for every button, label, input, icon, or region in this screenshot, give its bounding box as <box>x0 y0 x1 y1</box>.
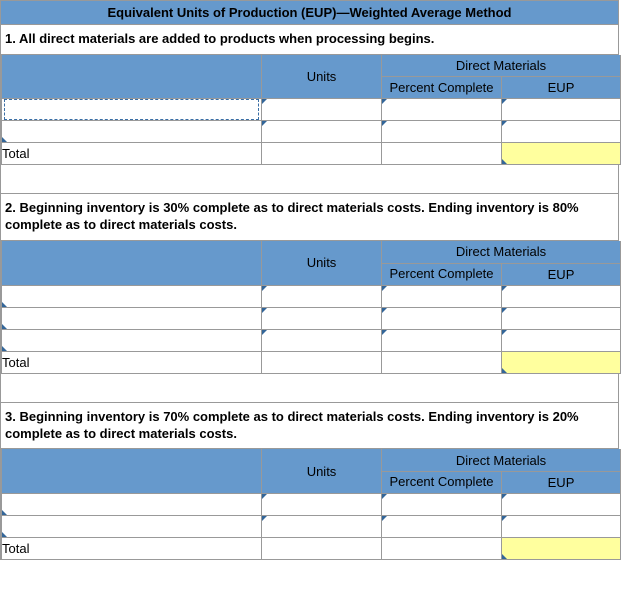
units-input[interactable] <box>262 307 382 329</box>
pct-input[interactable] <box>382 329 502 351</box>
total-eup[interactable] <box>502 537 621 559</box>
pct-input[interactable] <box>382 307 502 329</box>
header-percent-complete: Percent Complete <box>382 77 502 99</box>
header-percent-complete: Percent Complete <box>382 263 502 285</box>
header-eup: EUP <box>502 263 621 285</box>
worksheet: Equivalent Units of Production (EUP)—Wei… <box>0 0 619 560</box>
header-units: Units <box>262 449 382 493</box>
pct-input[interactable] <box>382 493 502 515</box>
units-input[interactable] <box>262 121 382 143</box>
header-units: Units <box>262 241 382 285</box>
total-label: Total <box>2 537 262 559</box>
eup-input[interactable] <box>502 307 621 329</box>
total-units[interactable] <box>262 143 382 165</box>
total-label: Total <box>2 351 262 373</box>
desc-input[interactable] <box>2 285 262 307</box>
section-1-instruction: 1. All direct materials are added to pro… <box>1 25 618 55</box>
total-eup[interactable] <box>502 351 621 373</box>
eup-input[interactable] <box>502 329 621 351</box>
section-1-table: Units Direct Materials Percent Complete … <box>1 55 621 166</box>
pct-input[interactable] <box>382 121 502 143</box>
header-percent-complete: Percent Complete <box>382 471 502 493</box>
section-3-table: Units Direct Materials Percent Complete … <box>1 449 621 560</box>
total-units[interactable] <box>262 351 382 373</box>
desc-input[interactable] <box>2 515 262 537</box>
units-input[interactable] <box>262 329 382 351</box>
units-input[interactable] <box>262 99 382 121</box>
header-eup: EUP <box>502 471 621 493</box>
total-pct-blank <box>382 537 502 559</box>
total-pct-blank <box>382 351 502 373</box>
pct-input[interactable] <box>382 99 502 121</box>
section-2-instruction: 2. Beginning inventory is 30% complete a… <box>1 194 618 241</box>
header-blank <box>2 241 262 285</box>
total-units[interactable] <box>262 537 382 559</box>
eup-input[interactable] <box>502 99 621 121</box>
header-direct-materials: Direct Materials <box>382 241 621 263</box>
header-eup: EUP <box>502 77 621 99</box>
eup-input[interactable] <box>502 515 621 537</box>
pct-input[interactable] <box>382 515 502 537</box>
desc-input[interactable] <box>2 121 262 143</box>
header-direct-materials: Direct Materials <box>382 55 621 77</box>
desc-dropdown-cell[interactable] <box>2 99 262 121</box>
desc-input[interactable] <box>2 307 262 329</box>
sheet-title: Equivalent Units of Production (EUP)—Wei… <box>1 1 618 25</box>
total-pct-blank <box>382 143 502 165</box>
total-eup[interactable] <box>502 143 621 165</box>
eup-input[interactable] <box>502 285 621 307</box>
pct-input[interactable] <box>382 285 502 307</box>
eup-input[interactable] <box>502 493 621 515</box>
section-spacer <box>1 374 618 403</box>
desc-input[interactable] <box>2 493 262 515</box>
eup-input[interactable] <box>502 121 621 143</box>
units-input[interactable] <box>262 493 382 515</box>
section-2-table: Units Direct Materials Percent Complete … <box>1 241 621 374</box>
header-blank <box>2 449 262 493</box>
header-direct-materials: Direct Materials <box>382 449 621 471</box>
header-blank <box>2 55 262 99</box>
total-label: Total <box>2 143 262 165</box>
desc-input[interactable] <box>2 329 262 351</box>
section-3-instruction: 3. Beginning inventory is 70% complete a… <box>1 403 618 450</box>
header-units: Units <box>262 55 382 99</box>
units-input[interactable] <box>262 285 382 307</box>
section-spacer <box>1 165 618 194</box>
dropdown-selection-box <box>4 99 259 120</box>
units-input[interactable] <box>262 515 382 537</box>
